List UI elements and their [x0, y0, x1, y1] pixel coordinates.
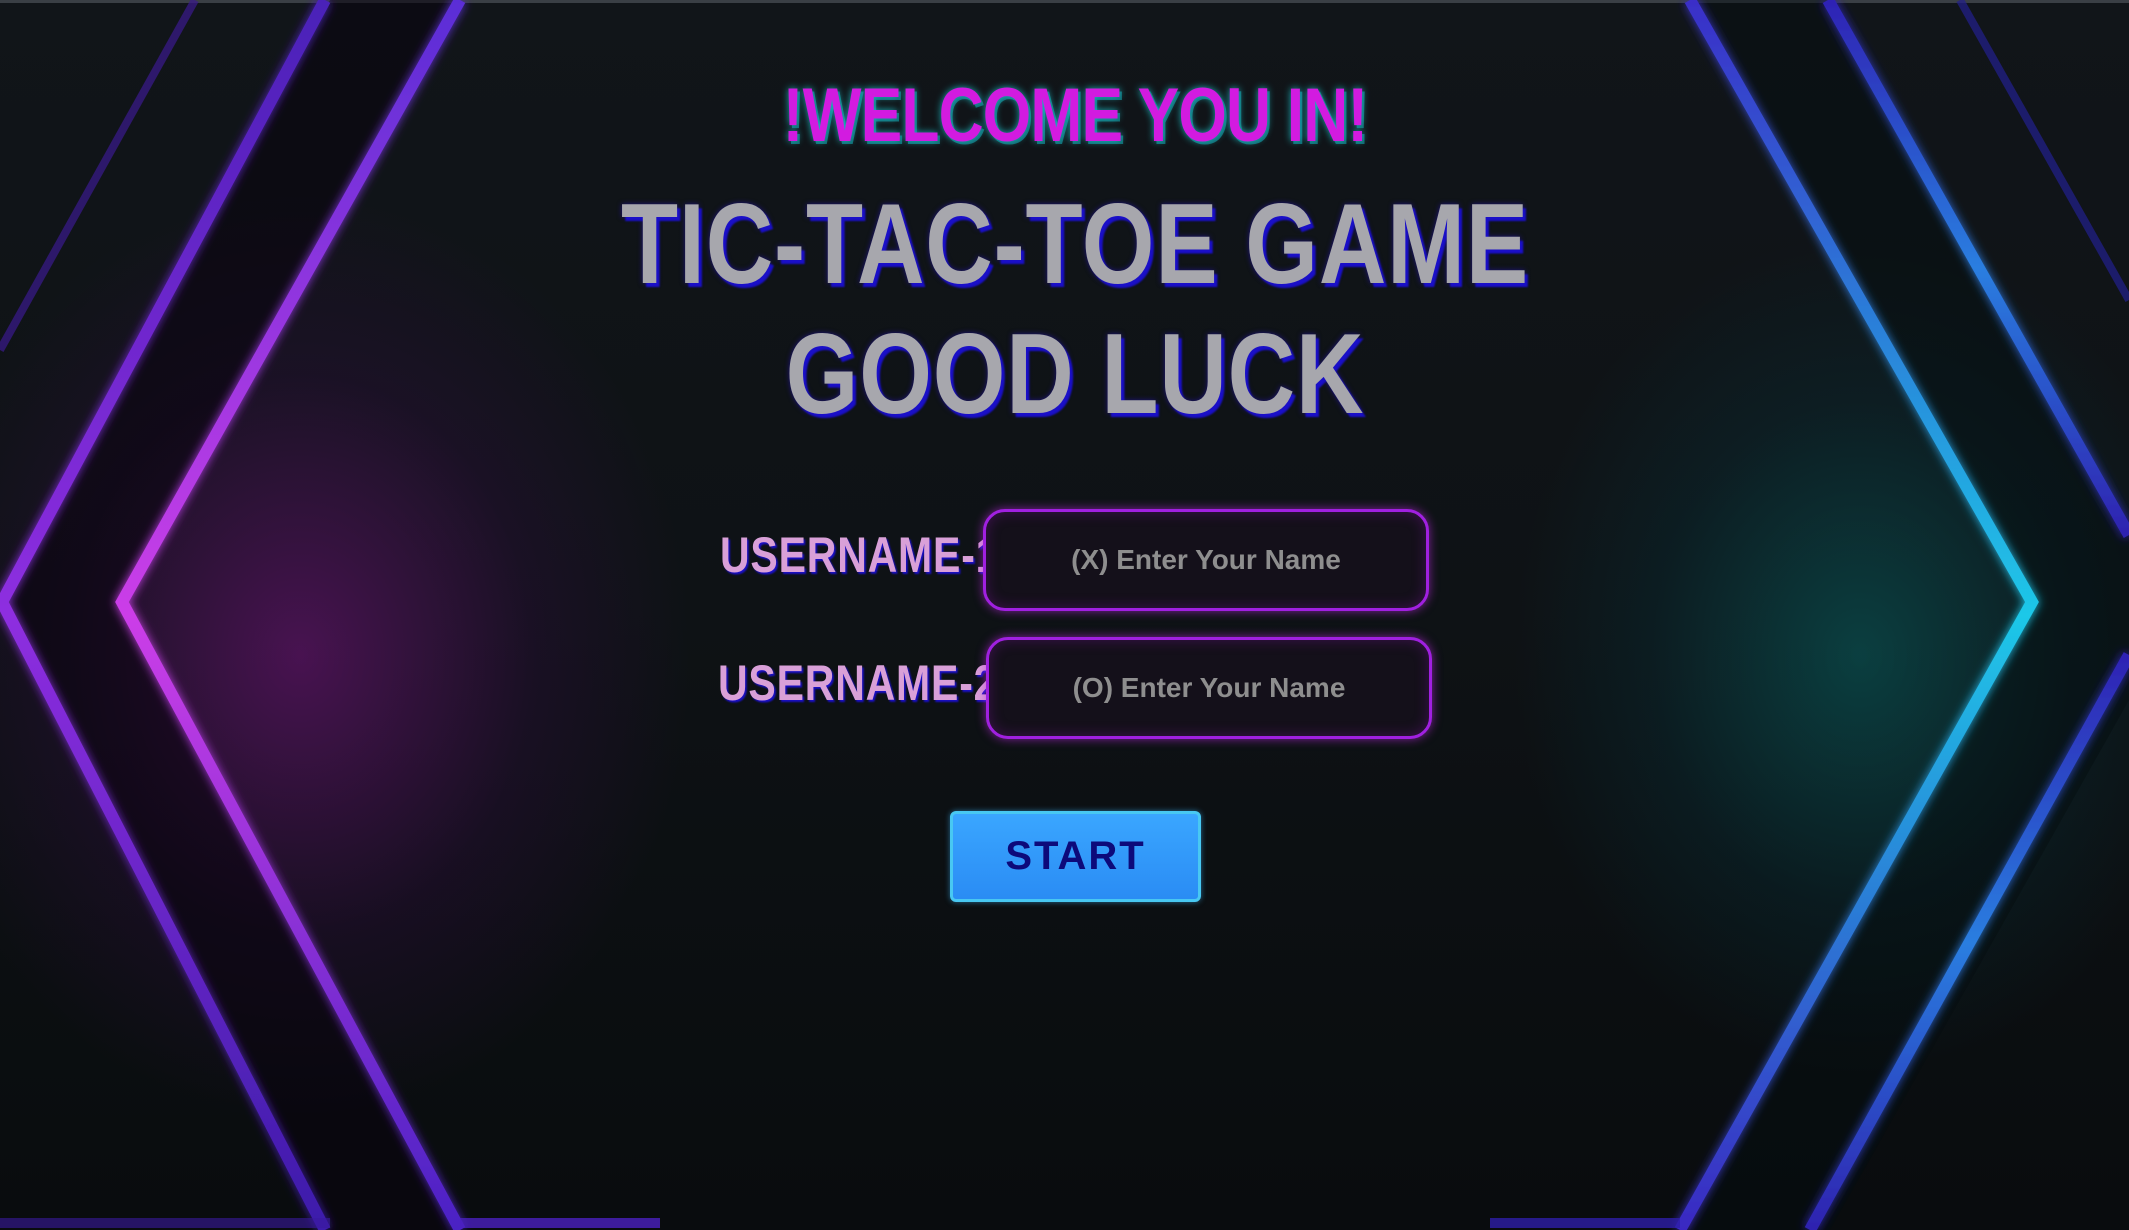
- username-2-label: USERNAME-2: [718, 655, 998, 711]
- username-1-input[interactable]: [983, 509, 1429, 611]
- welcome-heading: !WELCOME YOU IN!: [782, 73, 1368, 158]
- game-title: TIC-TAC-TOE GAME: [620, 181, 1530, 308]
- username-2-input[interactable]: [986, 637, 1432, 739]
- start-button[interactable]: START: [950, 811, 1201, 902]
- welcome-screen: !WELCOME YOU IN! TIC-TAC-TOE GAME GOOD L…: [0, 0, 2129, 1230]
- good-luck-title: GOOD LUCK: [785, 311, 1365, 438]
- username-1-label: USERNAME-1: [720, 527, 1000, 583]
